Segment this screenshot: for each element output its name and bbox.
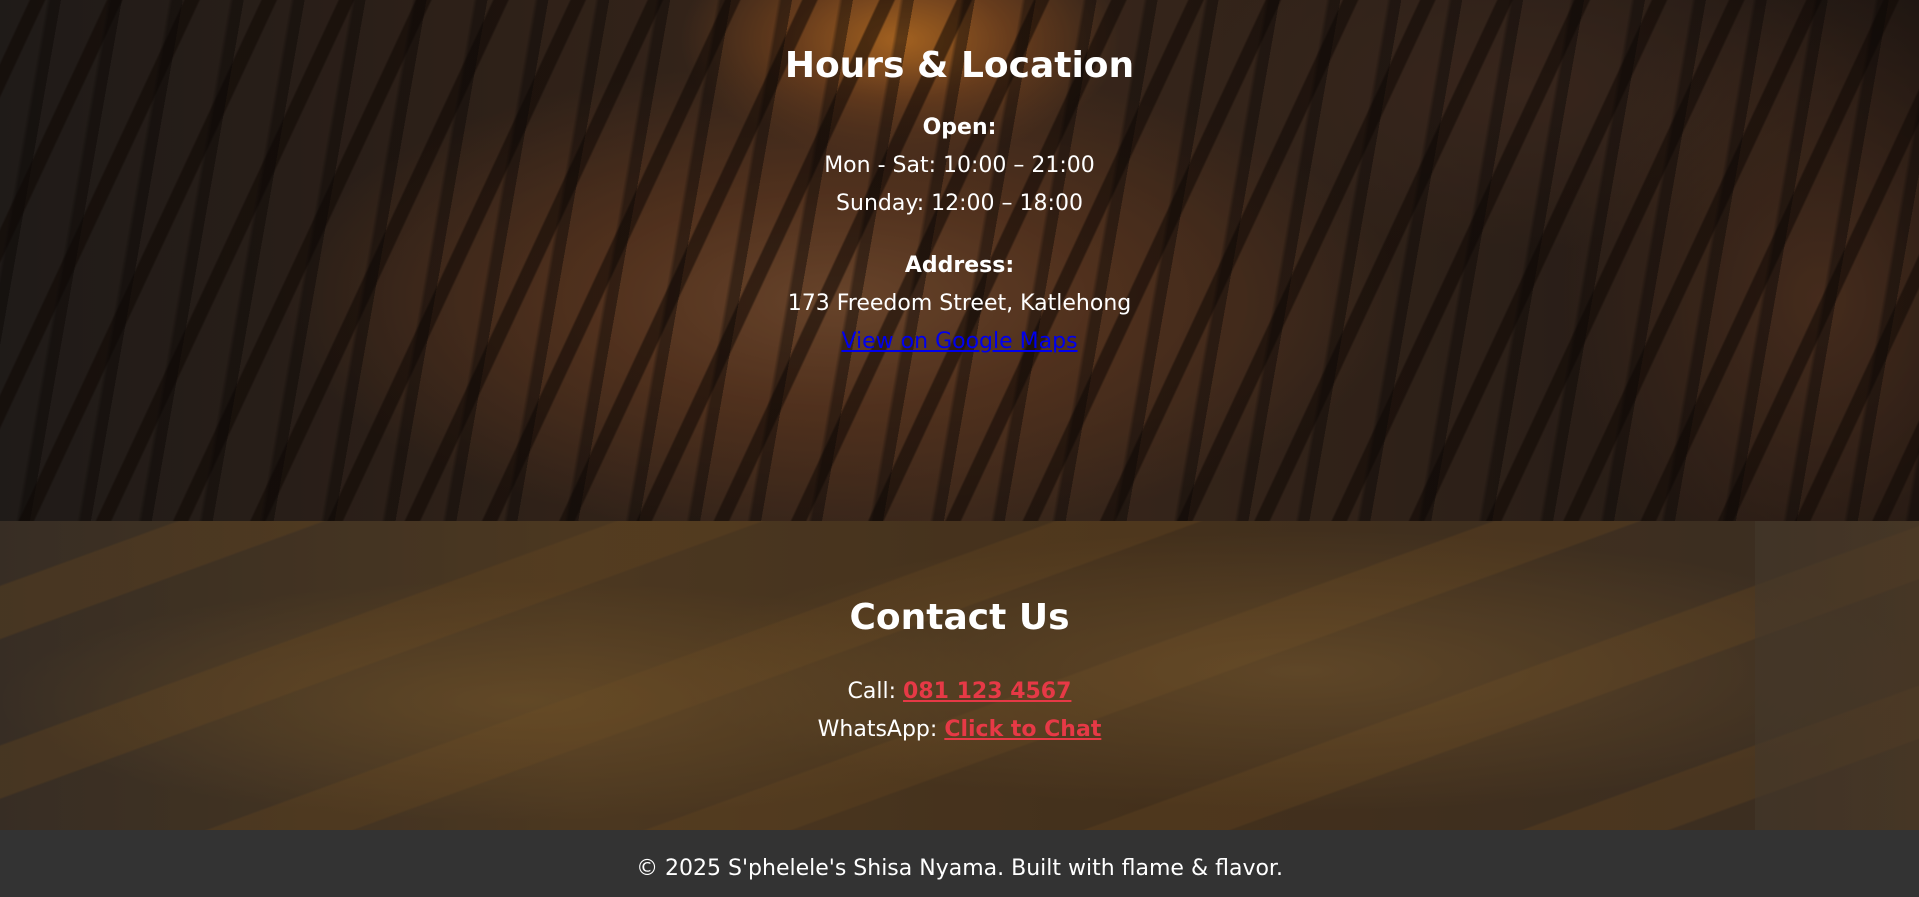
google-maps-link[interactable]: View on Google Maps <box>841 329 1077 354</box>
maps-link-line: View on Google Maps <box>0 323 1919 361</box>
address-block: Address: 173 Freedom Street, Katlehong V… <box>0 247 1919 361</box>
open-label: Open: <box>922 115 997 140</box>
whatsapp-chat-link[interactable]: Click to Chat <box>944 717 1101 742</box>
contact-heading: Contact Us <box>849 597 1070 638</box>
street-address: 173 Freedom Street, Katlehong <box>787 291 1132 316</box>
sunday-hours: Sunday: 12:00 – 18:00 <box>836 191 1083 216</box>
page-footer: © 2025 S'phelele's Shisa Nyama. Built wi… <box>0 830 1919 897</box>
phone-link[interactable]: 081 123 4567 <box>903 679 1071 704</box>
weekday-hours: Mon - Sat: 10:00 – 21:00 <box>824 153 1095 178</box>
hours-location-heading: Hours & Location <box>784 45 1135 86</box>
contact-lines: Call: 081 123 4567 WhatsApp: Click to Ch… <box>0 673 1919 749</box>
hours-location-section: Hours & Location Open: Mon - Sat: 10:00 … <box>0 0 1919 521</box>
contact-content: Contact Us Call: 081 123 4567 WhatsApp: … <box>0 521 1919 749</box>
address-label: Address: <box>904 253 1015 278</box>
opening-hours: Open: Mon - Sat: 10:00 – 21:00 Sunday: 1… <box>0 109 1919 223</box>
whatsapp-line: WhatsApp: Click to Chat <box>0 711 1919 749</box>
whatsapp-label: WhatsApp: <box>817 717 945 742</box>
call-label: Call: <box>847 679 904 704</box>
hours-location-content: Hours & Location Open: Mon - Sat: 10:00 … <box>0 0 1919 361</box>
footer-copyright: © 2025 S'phelele's Shisa Nyama. Built wi… <box>636 856 1283 881</box>
call-line: Call: 081 123 4567 <box>0 673 1919 711</box>
contact-section: Contact Us Call: 081 123 4567 WhatsApp: … <box>0 521 1919 830</box>
